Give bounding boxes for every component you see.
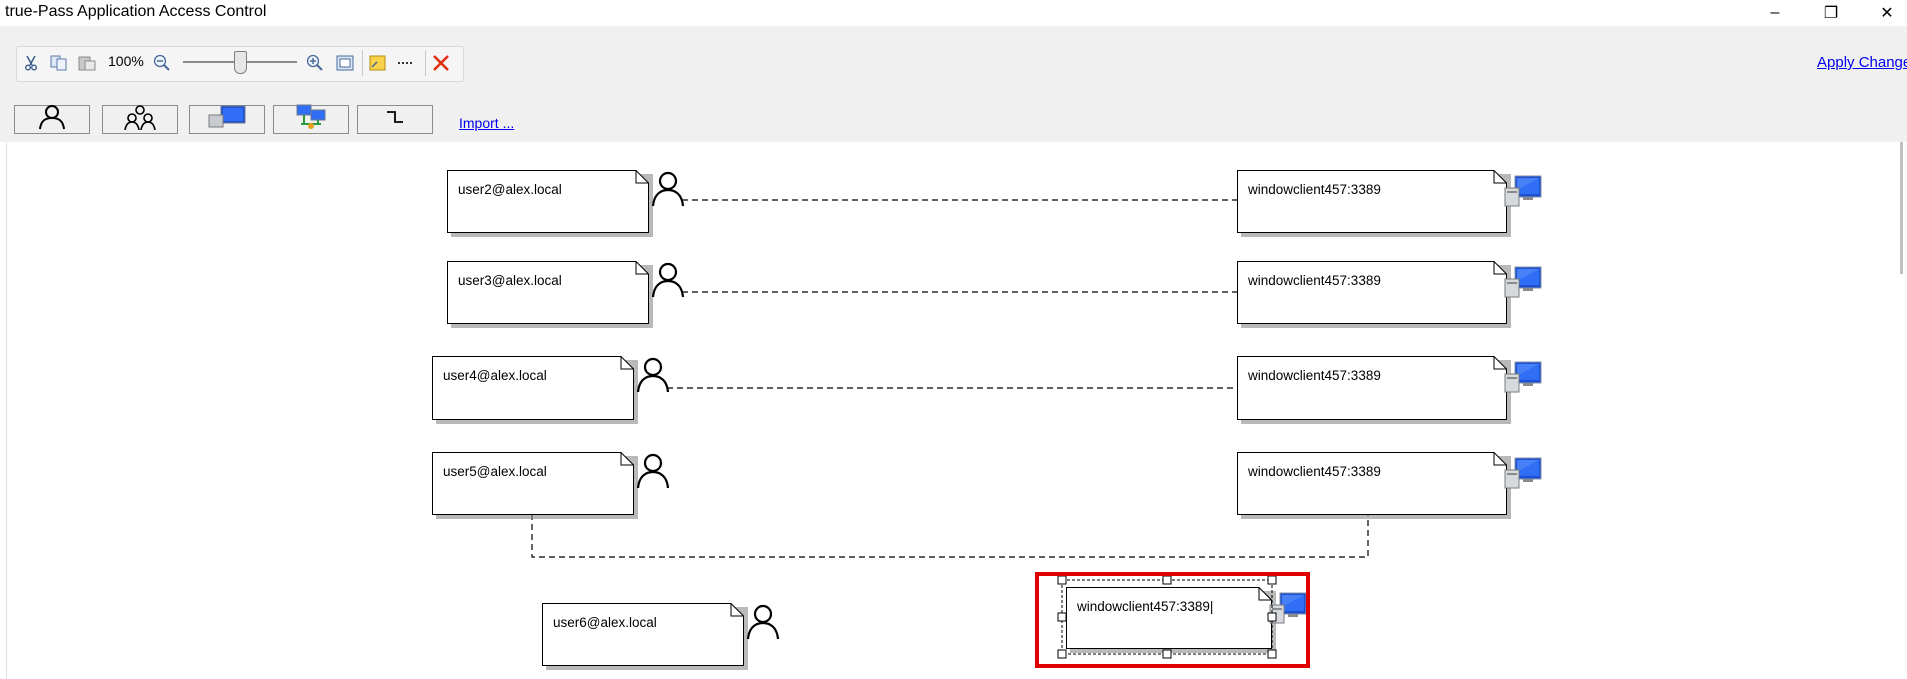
selection-highlight [1035,572,1310,668]
selection-handles[interactable] [0,0,1907,679]
